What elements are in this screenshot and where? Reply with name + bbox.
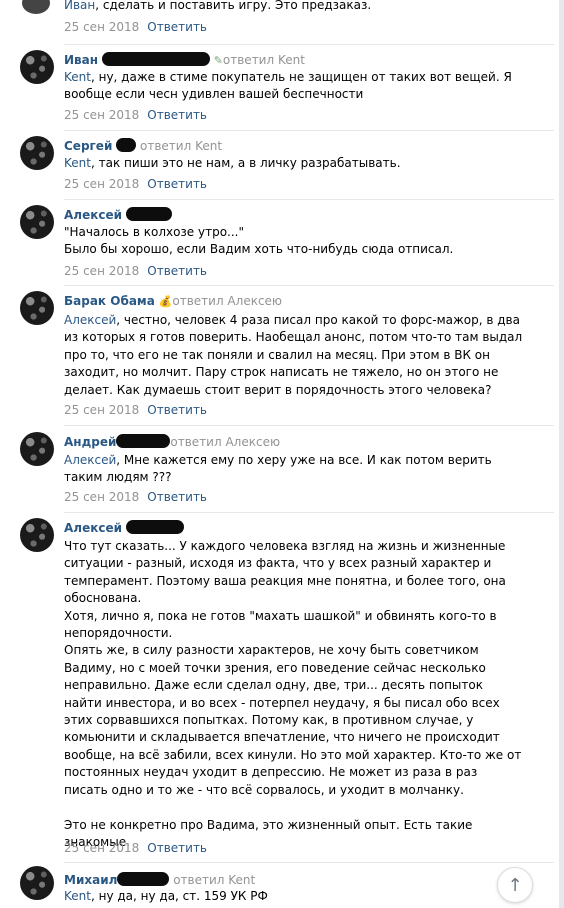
separator [64, 512, 554, 513]
comment-header: Михаил ответил Kent [64, 872, 255, 888]
avatar[interactable] [20, 518, 54, 552]
comment-header: Алексей [64, 520, 184, 536]
redacted-surname [117, 872, 170, 886]
reply-to[interactable]: ответил Алексею [172, 294, 282, 308]
avatar[interactable] [20, 432, 54, 466]
reply-to[interactable]: ответил Алексею [170, 435, 280, 449]
reply-to[interactable]: ответил Kent [173, 873, 255, 887]
comment-text: Kent, ну, даже в стиме покупатель не защ… [64, 70, 516, 102]
redacted-surname [116, 138, 137, 152]
addressee-link[interactable]: Kent [64, 156, 91, 170]
money-bag-icon: 💰 [158, 295, 173, 308]
author-name[interactable]: Сергей [64, 139, 112, 153]
separator [64, 44, 554, 45]
reply-button[interactable]: Ответить [147, 264, 207, 278]
reply-to[interactable]: ответил Kent [140, 139, 222, 153]
addressee-link[interactable]: Kent [64, 70, 91, 84]
arrow-up-icon: ↑ [507, 874, 523, 896]
addressee-link[interactable]: Алексей [64, 313, 116, 327]
comment-header: Андрей ответил Алексею [64, 434, 280, 450]
author-name[interactable]: Иван [64, 53, 98, 67]
avatar[interactable] [22, 0, 50, 14]
comment-meta: 25 сен 2018 Ответить [64, 490, 207, 505]
comment-date[interactable]: 25 сен 2018 [64, 264, 139, 278]
comment-text: Kent, так пиши это не нам, а в личку раз… [64, 156, 401, 170]
reply-button[interactable]: Ответить [147, 490, 207, 504]
comment-header: Алексей [64, 207, 172, 223]
comment-text: Что тут сказать... У каждого человека вз… [64, 539, 522, 849]
author-name[interactable]: Алексей [64, 208, 122, 222]
comment-meta: 25 сен 2018 Ответить [64, 108, 207, 123]
comment-date[interactable]: 25 сен 2018 [64, 177, 139, 191]
addressee-link[interactable]: Иван [64, 0, 95, 12]
avatar[interactable] [20, 136, 54, 170]
scroll-to-top-button[interactable]: ↑ [497, 867, 533, 903]
comment-text: Алексей, Мне кажется ему по херу уже на … [64, 453, 496, 485]
comment-text: Иван, сделать и поставить игру. Это пред… [64, 0, 372, 12]
reply-button[interactable]: Ответить [147, 403, 207, 417]
comment-text: Kent, ну да, ну да, ст. 159 УК РФ [64, 889, 268, 903]
separator [64, 199, 554, 200]
redacted-surname [116, 434, 171, 448]
avatar[interactable] [20, 291, 54, 325]
comment-text: "Началось в колхозе утро..." Было бы хор… [64, 225, 454, 257]
comment-date[interactable]: 25 сен 2018 [64, 20, 139, 34]
comment-header: Иван ✎ответил Kent [64, 52, 305, 68]
reply-to[interactable]: ответил Kent [223, 53, 305, 67]
author-name[interactable]: Барак Обама [64, 294, 155, 308]
comment-meta: 25 сен 2018 Ответить [64, 264, 207, 279]
reply-button[interactable]: Ответить [147, 20, 207, 34]
avatar[interactable] [20, 866, 54, 900]
author-name[interactable]: Михаил [64, 873, 117, 887]
avatar[interactable] [20, 50, 54, 84]
separator [64, 130, 554, 131]
comment-date[interactable]: 25 сен 2018 [64, 108, 139, 122]
addressee-link[interactable]: Kent [64, 889, 91, 903]
reply-button[interactable]: Ответить [147, 108, 207, 122]
comment-meta: 25 сен 2018 Ответить [64, 177, 207, 192]
feather-icon: ✎ [213, 54, 223, 67]
separator [64, 285, 554, 286]
author-name[interactable]: Алексей [64, 521, 122, 535]
comment-date[interactable]: 25 сен 2018 [64, 403, 139, 417]
redacted-surname [125, 207, 172, 221]
avatar[interactable] [20, 205, 54, 239]
comment-meta: 25 сен 2018 Ответить [64, 403, 207, 418]
redacted-surname [125, 520, 184, 534]
separator [64, 425, 554, 426]
author-name[interactable]: Андрей [64, 435, 116, 449]
comment-header: Барак Обама 💰ответил Алексею [64, 294, 282, 309]
comment-text: Алексей, честно, человек 4 раза писал пр… [64, 313, 527, 397]
comment-header: Сергей ответил Kent [64, 138, 222, 154]
comment-date[interactable]: 25 сен 2018 [64, 841, 139, 855]
addressee-link[interactable]: Алексей [64, 453, 116, 467]
comment-meta: 25 сен 2018 Ответить [64, 841, 207, 856]
page-right-border [559, 0, 564, 908]
comment-meta: 25 сен 2018 Ответить [64, 20, 207, 35]
reply-button[interactable]: Ответить [147, 841, 207, 855]
separator [64, 862, 554, 863]
redacted-surname [101, 52, 210, 66]
reply-button[interactable]: Ответить [147, 177, 207, 191]
comment-date[interactable]: 25 сен 2018 [64, 490, 139, 504]
